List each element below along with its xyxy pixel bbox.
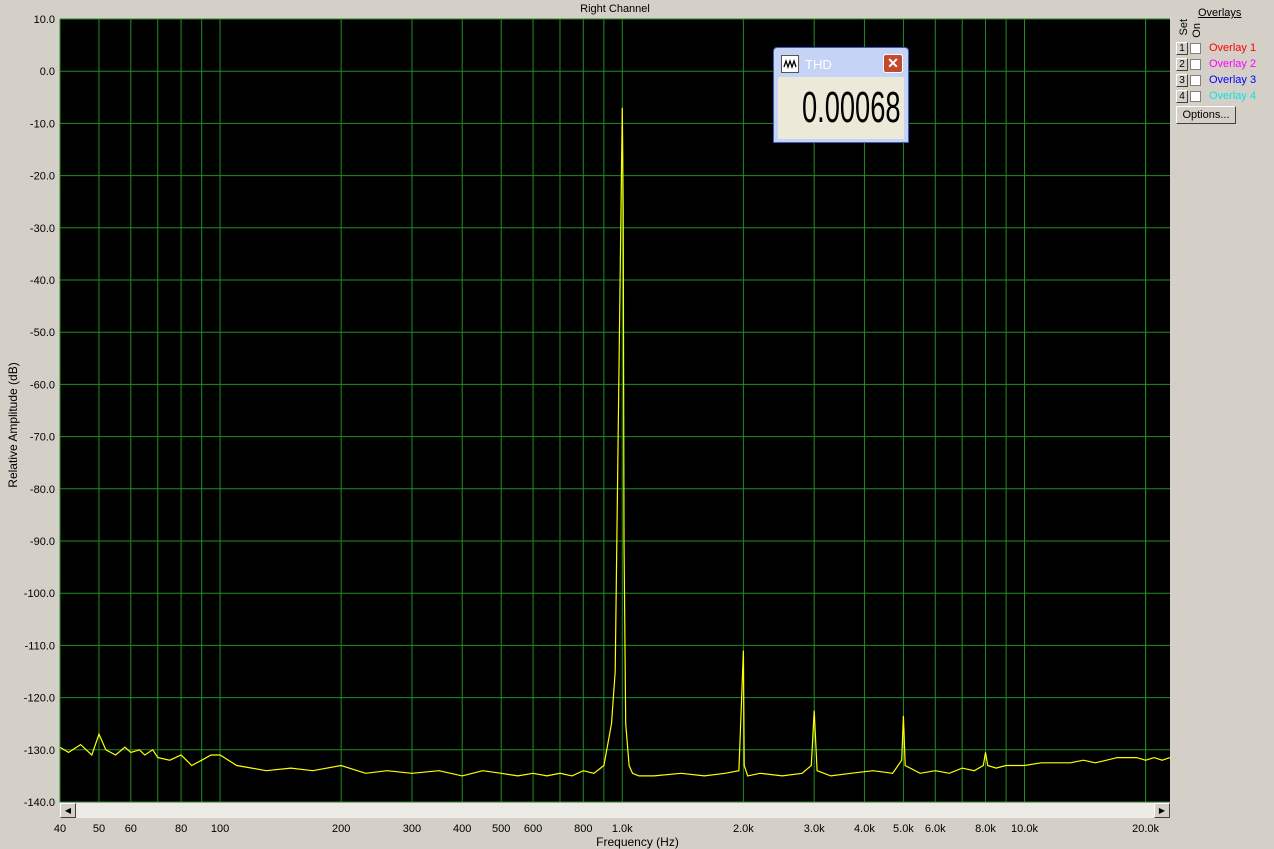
y-tick-label: -60.0 (30, 379, 55, 391)
overlays-heading[interactable]: Overlays (1198, 7, 1241, 19)
overlay-on-checkbox[interactable] (1190, 42, 1201, 54)
y-tick-label: -20.0 (30, 171, 55, 183)
overlay-set-button[interactable]: 2 (1176, 57, 1188, 71)
y-tick-label: -50.0 (30, 327, 55, 339)
y-tick-label: -30.0 (30, 223, 55, 235)
set-column-label: Set (1178, 19, 1190, 36)
overlay-row: 3 Overlay 3 (1176, 73, 1256, 87)
x-tick-label: 400 (453, 823, 471, 835)
overlay-label: Overlay 3 (1209, 74, 1257, 86)
x-tick-label: 800 (574, 823, 592, 835)
y-tick-label: -40.0 (30, 275, 55, 287)
overlay-row: 4 Overlay 4 (1176, 89, 1256, 103)
waveform-icon (781, 55, 799, 73)
y-tick-label: -110.0 (25, 640, 55, 652)
y-tick-label: -100.0 (24, 588, 55, 600)
y-tick-label: -120.0 (24, 693, 55, 705)
x-tick-label: 50 (93, 823, 105, 835)
horizontal-scrollbar[interactable]: ◀ ▶ (60, 802, 1170, 818)
scroll-right-button[interactable]: ▶ (1154, 803, 1170, 818)
overlay-set-button[interactable]: 3 (1176, 73, 1188, 87)
scroll-left-button[interactable]: ◀ (60, 803, 76, 818)
overlay-label: Overlay 1 (1209, 42, 1257, 54)
x-tick-label: 300 (403, 823, 421, 835)
y-tick-label: -130.0 (24, 745, 55, 757)
x-tick-label: 8.0k (975, 823, 996, 835)
x-tick-label: 100 (211, 823, 229, 835)
x-tick-label: 1.0k (612, 823, 633, 835)
x-tick-label: 80 (175, 823, 187, 835)
spectrum-plot: 10.0 0.0 -10.0 -20.0 -30.0 -40.0 -50.0 -60.0 -70… (24, 14, 1171, 835)
x-tick-label: 500 (492, 823, 510, 835)
thd-meter-window[interactable]: THD ✕ 0.00068 % (773, 47, 933, 143)
x-tick-label: 600 (524, 823, 542, 835)
y-tick-label: -10.0 (30, 118, 55, 130)
x-tick-label: 200 (332, 823, 350, 835)
on-column-label: On (1191, 23, 1203, 38)
y-tick-label: 10.0 (34, 14, 55, 26)
options-button[interactable]: Options... (1176, 106, 1236, 124)
thd-title: THD (805, 57, 832, 72)
y-tick-label: 0.0 (40, 66, 55, 78)
spectrum-analyzer-window: Right Channel Relative Amplitude (dB) Fr… (0, 0, 1274, 849)
overlay-label: Overlay 2 (1209, 58, 1257, 70)
x-tick-label: 60 (125, 823, 137, 835)
x-tick-label: 4.0k (854, 823, 875, 835)
y-tick-label: -70.0 (30, 432, 55, 444)
y-tick-label: -140.0 (24, 797, 55, 809)
overlay-on-checkbox[interactable] (1190, 58, 1201, 70)
x-tick-label: 3.0k (804, 823, 825, 835)
x-tick-label: 6.0k (925, 823, 946, 835)
overlay-label: Overlay 4 (1209, 90, 1257, 102)
y-tick-label: -90.0 (30, 536, 55, 548)
x-tick-label: 5.0k (893, 823, 914, 835)
close-icon[interactable]: ✕ (883, 54, 903, 73)
overlay-set-button[interactable]: 4 (1176, 89, 1188, 103)
overlay-on-checkbox[interactable] (1190, 74, 1201, 86)
x-tick-label: 40 (54, 823, 66, 835)
y-tick-label: -80.0 (30, 484, 55, 496)
plot-area (60, 19, 1170, 802)
thd-value: 0.00068 % (801, 83, 933, 132)
thd-title-bar[interactable]: THD ✕ (776, 50, 906, 74)
overlay-row: 1 Overlay 1 (1176, 41, 1256, 55)
overlay-row: 2 Overlay 2 (1176, 57, 1256, 71)
overlay-on-checkbox[interactable] (1190, 90, 1201, 102)
x-tick-label: 20.0k (1132, 823, 1159, 835)
x-tick-label: 10.0k (1011, 823, 1038, 835)
overlay-set-button[interactable]: 1 (1176, 41, 1188, 55)
thd-display: 0.00068 % (778, 77, 933, 139)
x-tick-label: 2.0k (733, 823, 754, 835)
